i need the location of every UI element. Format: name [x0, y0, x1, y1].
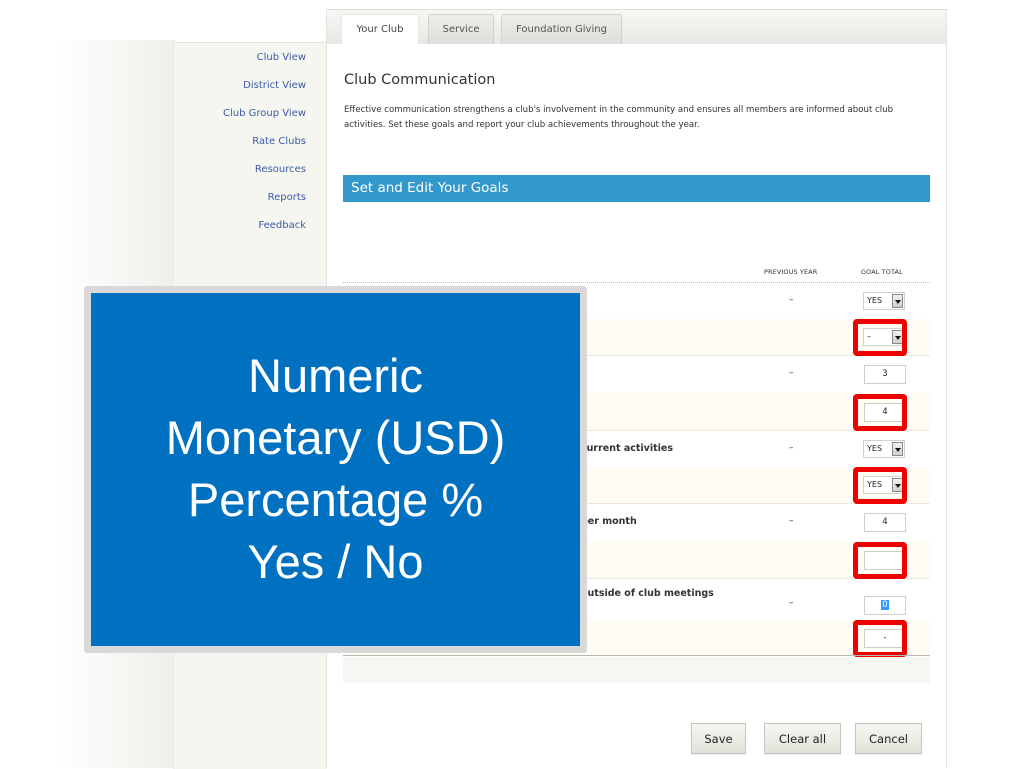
cancel-button[interactable]: Cancel [855, 723, 922, 754]
sidebar-item-feedback[interactable]: Feedback [258, 220, 306, 231]
sidebar-item-rate-clubs[interactable]: Rate Clubs [252, 136, 306, 147]
goal-total-select[interactable]: YES [863, 440, 905, 458]
tab-service[interactable]: Service [428, 14, 494, 45]
page-title: Club Communication [344, 72, 496, 88]
sidebar-item-club-view[interactable]: Club View [257, 52, 306, 63]
goal-total-select[interactable]: YES [863, 292, 905, 310]
highlight-box [853, 319, 907, 356]
tab-foundation-giving[interactable]: Foundation Giving [501, 14, 622, 45]
save-button[interactable]: Save [691, 723, 746, 754]
previous-year-value: – [789, 516, 794, 526]
callout-line-numeric: Numeric [248, 349, 423, 402]
select-value: YES [867, 444, 883, 453]
goal-total-input[interactable]: 3 [864, 365, 906, 384]
goal-label: current activities [581, 443, 674, 454]
highlight-box [853, 394, 907, 431]
tab-your-club[interactable]: Your Club [341, 14, 419, 46]
callout-line-yes-no: Yes / No [247, 535, 424, 588]
dropdown-arrow-icon[interactable] [892, 442, 903, 456]
goal-label: per month [581, 516, 637, 527]
clear-all-button[interactable]: Clear all [764, 723, 841, 754]
previous-year-value: – [789, 368, 794, 378]
callout-panel: Numeric Monetary (USD) Percentage % Yes … [91, 293, 580, 646]
sidebar-item-district-view[interactable]: District View [243, 80, 306, 91]
highlight-box [853, 467, 907, 504]
callout-line-monetary: Monetary (USD) [165, 411, 506, 464]
callout-text: Numeric Monetary (USD) Percentage % Yes … [91, 345, 580, 593]
tab-bar: Your Club Service Foundation Giving [327, 9, 946, 46]
callout-line-percentage: Percentage % [187, 473, 484, 526]
table-footer [343, 657, 930, 683]
goal-total-input[interactable]: 0 [864, 596, 906, 615]
previous-year-value: – [789, 295, 794, 305]
previous-year-value: – [789, 598, 794, 608]
input-value: 0 [881, 600, 889, 610]
input-value: 3 [882, 369, 888, 379]
sidebar-item-club-group-view[interactable]: Club Group View [223, 108, 306, 119]
goal-total-input[interactable]: 4 [864, 513, 906, 532]
callout-box: Numeric Monetary (USD) Percentage % Yes … [84, 286, 587, 653]
sidebar-item-resources[interactable]: Resources [255, 164, 306, 175]
input-value: 4 [882, 517, 888, 527]
section-title: Set and Edit Your Goals [351, 180, 509, 196]
page-description: Effective communication strengthens a cl… [344, 105, 894, 130]
previous-year-value: – [789, 443, 794, 453]
dropdown-arrow-icon[interactable] [892, 294, 903, 308]
highlight-box [853, 542, 907, 579]
sidebar-item-reports[interactable]: Reports [268, 192, 306, 203]
column-header-previous-year: PREVIOUS YEAR [764, 268, 818, 276]
select-value: YES [867, 296, 883, 305]
highlight-box [853, 620, 907, 657]
goal-label: outside of club meetings [581, 588, 714, 599]
column-header-goal-total: GOAL TOTAL [861, 268, 903, 276]
section-header: Set and Edit Your Goals [343, 175, 930, 202]
table-divider [343, 655, 930, 656]
